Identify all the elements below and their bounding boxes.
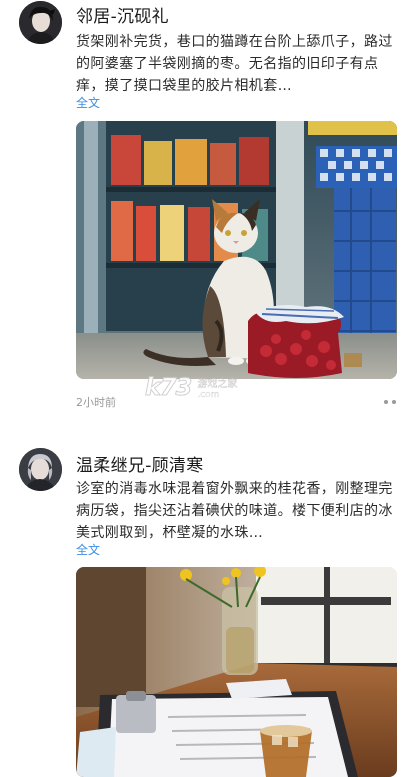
author-name[interactable]: 温柔继兄-顾清寒 [76, 451, 204, 476]
avatar-portrait-icon [19, 1, 62, 44]
author-avatar[interactable] [19, 448, 62, 491]
author-avatar[interactable] [19, 1, 62, 44]
desk-photo [76, 567, 397, 777]
cat-shop-photo [76, 121, 397, 379]
post-photo[interactable] [76, 567, 397, 777]
post-text[interactable]: 货架刚补完货，巷口的猫蹲在台阶上舔爪子，路过的阿婆塞了半袋刚摘的枣。无名指的旧印… [76, 31, 400, 97]
more-options-icon[interactable] [384, 398, 400, 406]
avatar-portrait-icon [19, 448, 62, 491]
post-photo[interactable] [76, 121, 397, 379]
post-time: 2小时前 [76, 396, 116, 409]
site-watermark: k73 游戏之家 .com [144, 372, 275, 402]
post-text[interactable]: 诊室的消毒水味混着窗外飘来的桂花香，刚整理完病历袋，指尖还沾着碘伏的味道。楼下便… [76, 478, 400, 544]
watermark-url: .com [197, 389, 220, 400]
watermark-text: 游戏之家 .com [197, 375, 238, 400]
dot [384, 400, 388, 404]
full-text-link[interactable]: 全文 [76, 541, 100, 558]
author-name[interactable]: 邻居-沉砚礼 [76, 2, 169, 27]
dot [392, 400, 396, 404]
watermark-cn: 游戏之家 [197, 378, 238, 390]
watermark-logo: k73 [144, 373, 192, 402]
full-text-link[interactable]: 全文 [76, 94, 100, 111]
